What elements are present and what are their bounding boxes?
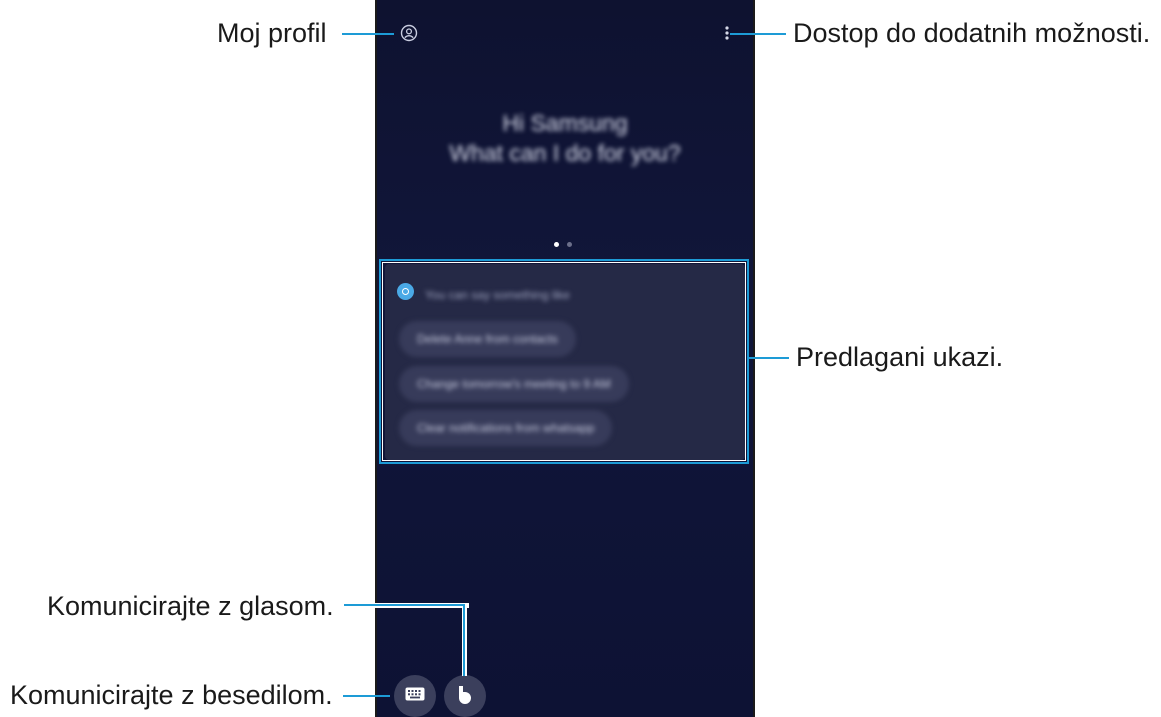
suggestions-highlight	[379, 259, 749, 464]
page-indicator-inactive	[567, 242, 572, 247]
page-indicator-active	[554, 242, 559, 247]
leader-line-suggested	[749, 357, 789, 359]
callout-more-options: Dostop do dodatnih možnosti.	[793, 18, 1151, 48]
leader-line-more	[730, 33, 786, 35]
greeting-line-2: What can I do for you?	[449, 140, 681, 166]
callout-voice: Komunicirajte z glasom.	[47, 591, 334, 621]
leader-line-voice-v	[463, 604, 465, 676]
callout-suggested-commands: Predlagani ukazi.	[796, 342, 1004, 372]
leader-line-voice-h	[344, 604, 465, 606]
profile-icon[interactable]	[400, 24, 418, 42]
keyboard-button[interactable]	[394, 675, 436, 717]
voice-button[interactable]	[444, 675, 486, 717]
leader-line-profile	[342, 33, 394, 35]
callout-my-profile: Moj profil	[217, 18, 327, 48]
leader-line-text	[343, 695, 390, 697]
keyboard-icon	[405, 687, 425, 706]
bixby-voice-icon	[456, 684, 474, 709]
callout-text: Komunicirajte z besedilom.	[10, 680, 333, 710]
greeting-line-1: Hi Samsung	[502, 110, 628, 136]
